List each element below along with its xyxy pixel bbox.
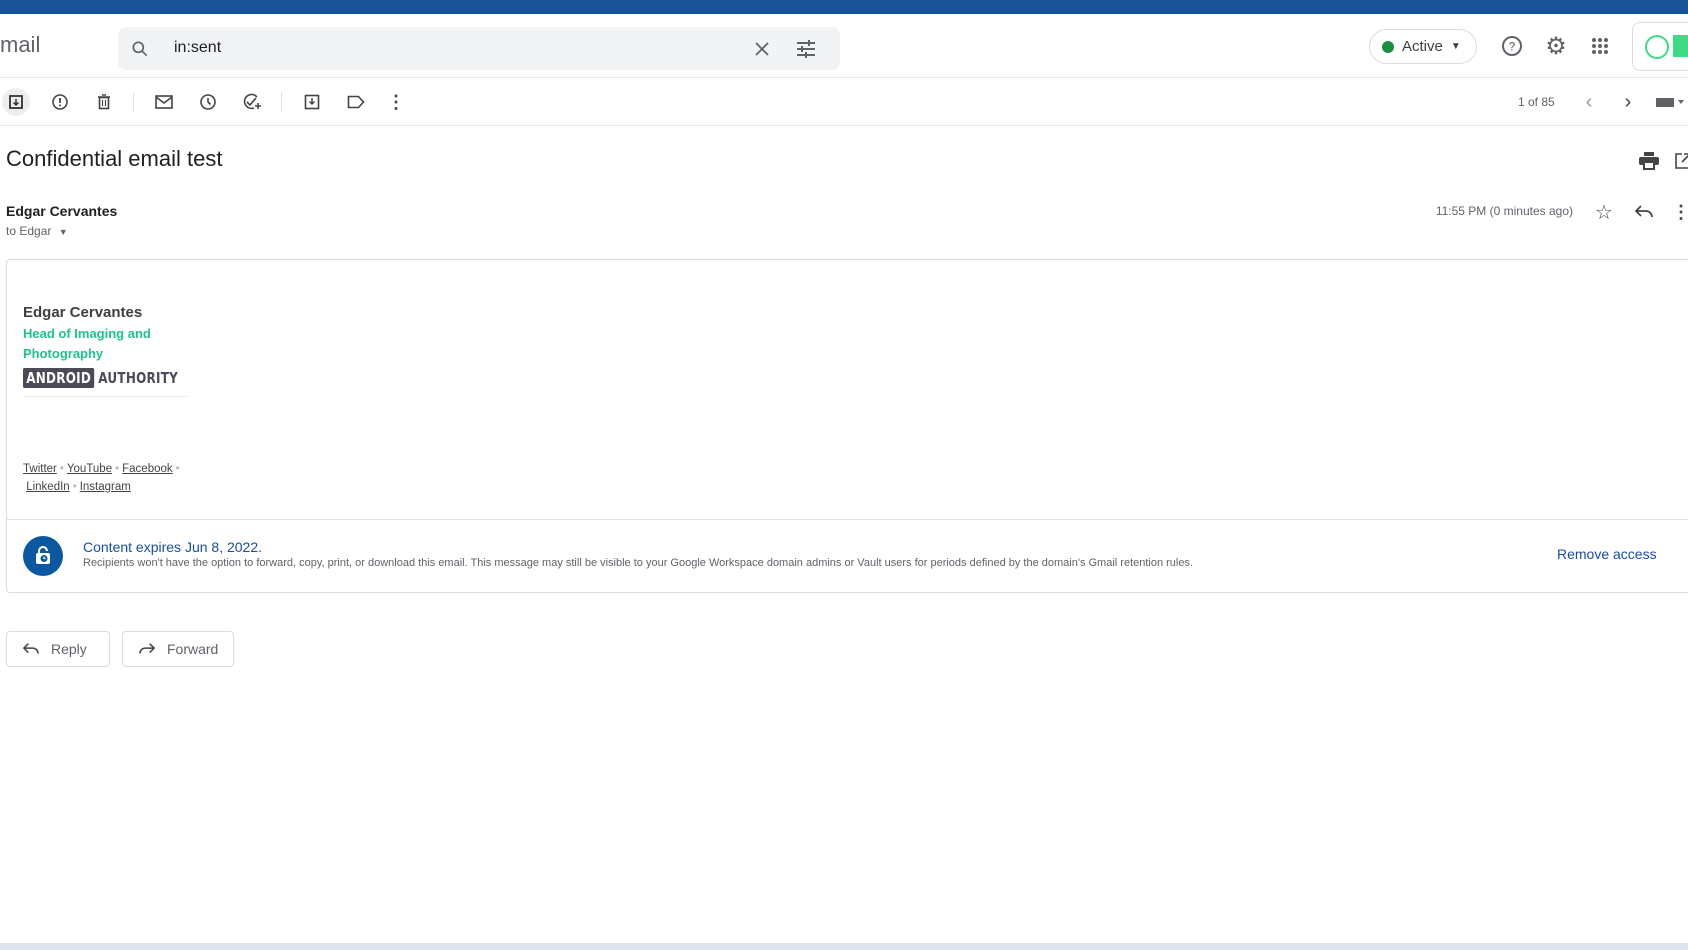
add-to-tasks-icon[interactable] bbox=[238, 88, 266, 116]
social-links: Twitter • YouTube • Facebook • LinkedIn • Insta… bbox=[23, 463, 180, 493]
reply-label: Reply bbox=[51, 641, 87, 657]
message-more-icon[interactable]: ⋮ bbox=[1672, 200, 1688, 224]
sender-name[interactable]: Edgar Cervantes bbox=[6, 203, 117, 219]
input-tools-keyboard-icon[interactable] bbox=[1654, 94, 1688, 110]
toolbar-divider bbox=[0, 125, 1688, 126]
reply-icon bbox=[23, 643, 39, 654]
open-new-window-icon[interactable] bbox=[1672, 148, 1688, 174]
remove-access-button[interactable]: Remove access bbox=[1557, 546, 1657, 562]
report-spam-icon[interactable] bbox=[46, 88, 74, 116]
search-input[interactable]: in:sent bbox=[174, 39, 221, 57]
pagination-count: 1 of 85 bbox=[1518, 95, 1555, 109]
snooze-clock-icon[interactable] bbox=[194, 88, 222, 116]
email-subject: Confidential email test bbox=[6, 146, 223, 171]
org-logo bbox=[1673, 35, 1688, 57]
taskbar-strip bbox=[0, 943, 1688, 950]
android-authority-logo: ANDROID AUTHORITY bbox=[23, 368, 178, 388]
search-bar[interactable]: in:sent bbox=[118, 27, 840, 70]
newer-chevron-left-icon[interactable]: ‹ bbox=[1576, 88, 1602, 116]
link-instagram[interactable]: Instagram bbox=[80, 481, 131, 493]
label-icon[interactable] bbox=[342, 88, 370, 116]
star-icon[interactable]: ☆ bbox=[1592, 200, 1616, 224]
account-button[interactable] bbox=[1632, 22, 1688, 71]
search-icon[interactable] bbox=[126, 35, 154, 63]
sent-time: 11:55 PM (0 minutes ago) bbox=[1435, 204, 1573, 218]
link-twitter[interactable]: Twitter bbox=[23, 463, 57, 475]
search-options-icon[interactable] bbox=[792, 35, 820, 63]
chevron-down-icon: ▼ bbox=[1450, 41, 1461, 52]
link-youtube[interactable]: YouTube bbox=[67, 463, 112, 475]
archive-icon[interactable] bbox=[2, 88, 30, 116]
apps-grid-icon[interactable] bbox=[1587, 33, 1613, 59]
status-label: Active bbox=[1402, 38, 1443, 55]
logo-part: AUTHORITY bbox=[98, 369, 179, 387]
mark-unread-icon[interactable] bbox=[150, 88, 178, 116]
settings-gear-icon[interactable]: ⚙ bbox=[1543, 33, 1569, 60]
header-divider bbox=[0, 77, 1688, 78]
recipient-label: to Edgar bbox=[6, 224, 52, 238]
signature-title: Head of Imaging and Photography bbox=[23, 326, 151, 361]
delete-icon[interactable] bbox=[90, 88, 118, 116]
content-expiry: Content expires Jun 8, 2022. bbox=[83, 539, 263, 555]
chevron-down-icon: ▼ bbox=[58, 227, 68, 237]
status-selector[interactable]: Active ▼ bbox=[1369, 29, 1477, 64]
forward-icon bbox=[139, 643, 155, 654]
help-icon[interactable]: ? bbox=[1499, 33, 1525, 59]
svg-text:?: ? bbox=[1509, 40, 1516, 54]
reply-button[interactable]: Reply bbox=[6, 631, 110, 667]
clear-search-icon[interactable] bbox=[748, 35, 776, 63]
reply-icon[interactable] bbox=[1632, 200, 1656, 224]
gmail-logo[interactable]: mail bbox=[0, 32, 40, 58]
forward-label: Forward bbox=[167, 641, 219, 657]
toolbar-divider bbox=[281, 92, 282, 112]
logo-part: ANDROID bbox=[23, 368, 95, 388]
confidential-divider bbox=[7, 519, 1688, 520]
toolbar-divider bbox=[133, 92, 134, 112]
signature-divider bbox=[23, 396, 187, 397]
browser-bookmarks-bar bbox=[0, 0, 1688, 14]
link-linkedin[interactable]: LinkedIn bbox=[26, 481, 69, 493]
more-options-icon[interactable]: ⋮ bbox=[382, 88, 410, 116]
forward-button[interactable]: Forward bbox=[122, 631, 234, 667]
older-chevron-right-icon[interactable]: › bbox=[1615, 88, 1641, 116]
signature-name: Edgar Cervantes bbox=[23, 304, 143, 321]
avatar bbox=[1645, 35, 1669, 59]
link-facebook[interactable]: Facebook bbox=[122, 463, 173, 475]
recipient-details[interactable]: to Edgar ▼ bbox=[6, 224, 68, 238]
status-dot bbox=[1382, 40, 1394, 53]
print-icon[interactable] bbox=[1636, 148, 1662, 174]
move-to-icon[interactable] bbox=[298, 88, 326, 116]
confidential-description: Recipients won't have the option to forw… bbox=[83, 557, 1194, 569]
confidential-lock-clock-icon bbox=[23, 536, 63, 576]
